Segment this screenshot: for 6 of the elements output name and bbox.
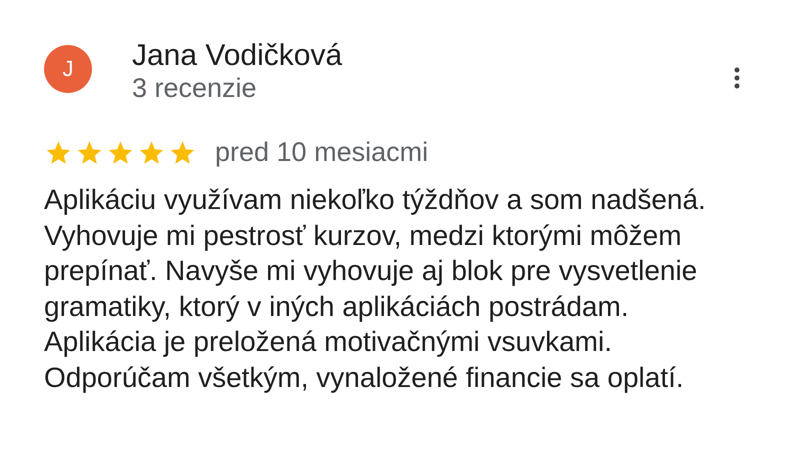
review-time: pred 10 mesiacmi bbox=[215, 137, 428, 168]
more-options-icon[interactable] bbox=[734, 67, 740, 89]
author-name: Jana Vodičková bbox=[132, 39, 342, 73]
review-text: Aplikáciu využívam niekoľko týždňov a som nadšená. Vyhovuje mi pestrosť kurzov, medzi ktorými môžem prepínať. Navyše mi vyhovuje aj blok pre vysvetlenie gramatiky, ktorý v iných aplikáciách postrádam. Aplikácia je preložená motivačnými vsuvkami. Odporúčam všetkým, vynaložené financie sa oplatí. bbox=[44, 183, 707, 395]
avatar: J bbox=[44, 45, 92, 93]
review-count: 3 recenzie bbox=[132, 73, 258, 103]
